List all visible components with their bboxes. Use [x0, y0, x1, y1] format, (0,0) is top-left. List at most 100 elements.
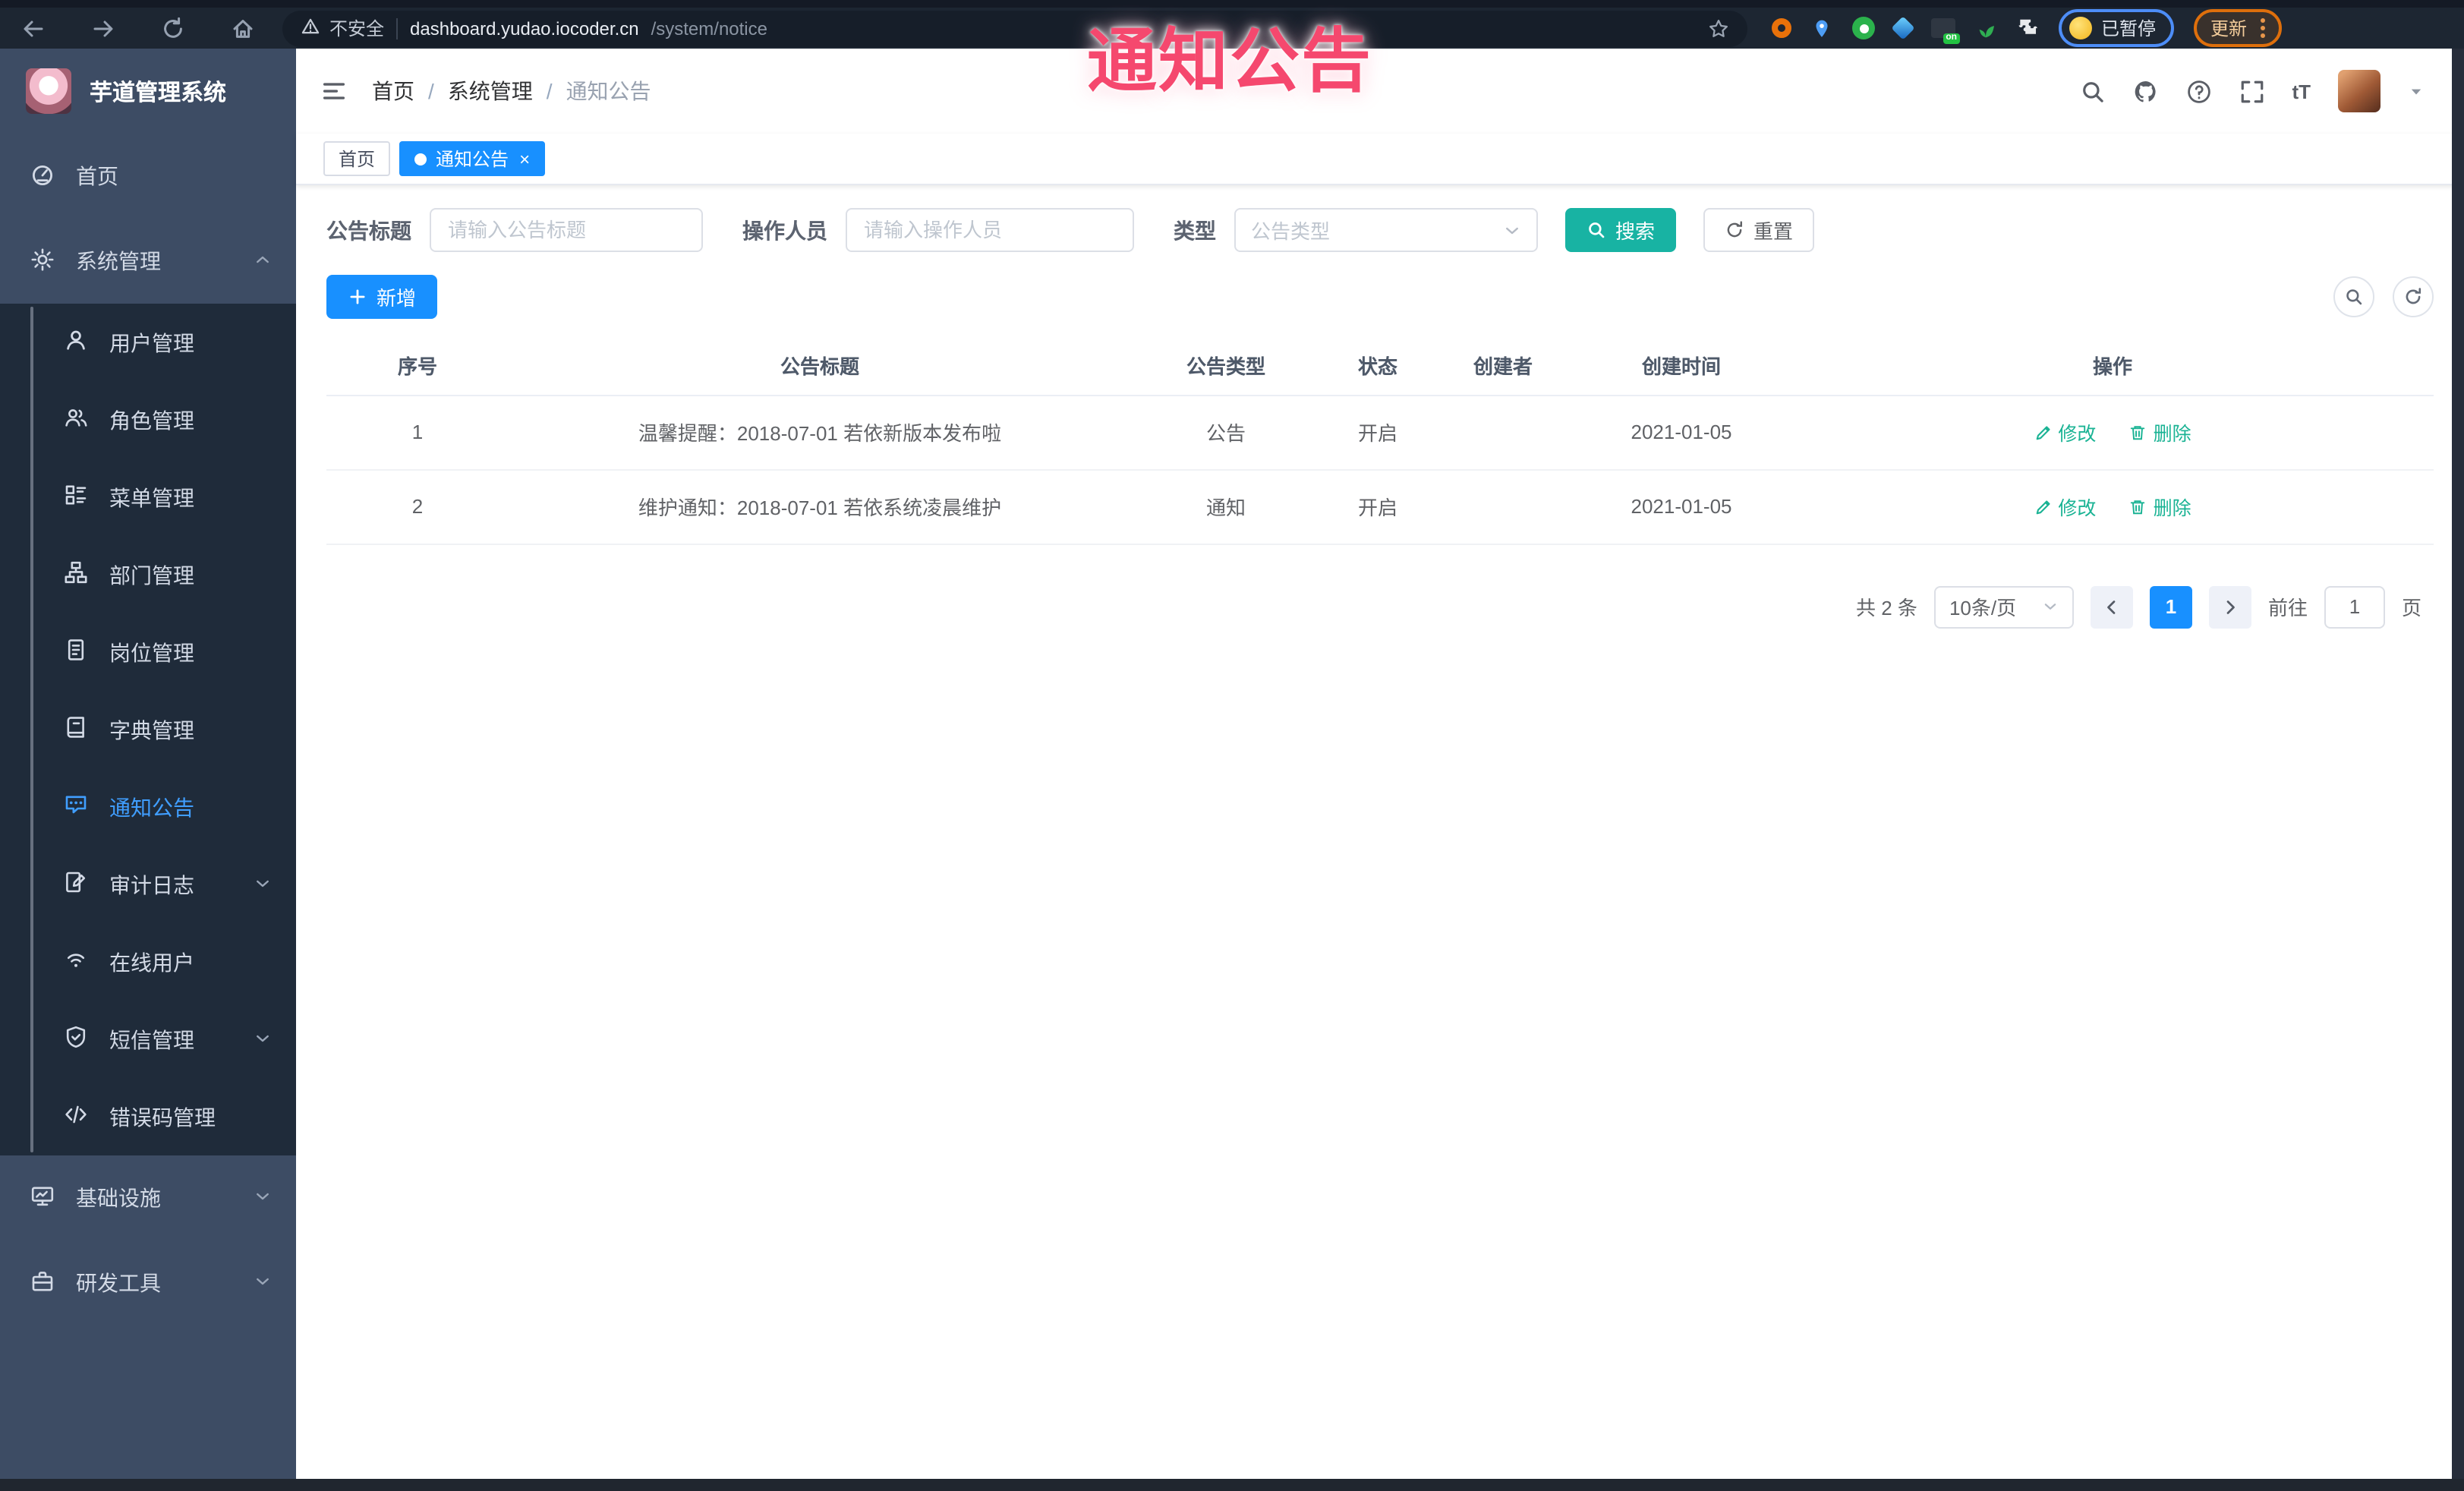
toggle-search-button[interactable] — [2333, 276, 2374, 317]
refresh-table-button[interactable] — [2393, 276, 2434, 317]
cell-creator — [1435, 469, 1571, 544]
gear-icon — [30, 247, 55, 276]
extension-proxy-icon[interactable]: on — [1931, 18, 1960, 44]
sidebar-item-sms-management[interactable]: 短信管理 — [0, 1001, 296, 1078]
sidebar-item-dev-tools[interactable]: 研发工具 — [0, 1240, 296, 1326]
cell-status: 开启 — [1321, 469, 1435, 544]
search-button[interactable]: 搜索 — [1565, 208, 1677, 252]
pagination-total: 共 2 条 — [1856, 597, 1917, 619]
system-management-submenu: 用户管理 角色管理 菜单管理 部门管理 岗位管理 字典管理 通知公告 审计日志 … — [0, 304, 296, 1155]
cell-type: 通知 — [1131, 469, 1321, 544]
url-host: dashboard.yudao.iocoder.cn — [410, 17, 639, 39]
operator-filter-input[interactable] — [846, 208, 1134, 252]
chevron-down-icon — [254, 1027, 272, 1051]
sidebar-item-infrastructure[interactable]: 基础设施 — [0, 1155, 296, 1240]
dictionary-book-icon — [64, 715, 88, 744]
window-bottom-edge — [0, 1479, 2464, 1491]
app-title: 芋道管理系统 — [90, 80, 227, 106]
next-page-button[interactable] — [2208, 585, 2251, 628]
app-logo[interactable]: 芋道管理系统 — [0, 49, 296, 134]
profile-paused-chip[interactable]: 已暂停 — [2059, 9, 2175, 47]
forward-icon[interactable] — [91, 16, 115, 40]
sidebar-item-label: 基础设施 — [76, 1186, 161, 1210]
breadcrumb-home[interactable]: 首页 — [372, 76, 414, 106]
extension-blue-gem-icon[interactable] — [1891, 16, 1915, 40]
col-actions: 操作 — [1791, 337, 2434, 396]
avatar[interactable] — [2338, 70, 2381, 112]
browser-update-button[interactable]: 更新 — [2194, 9, 2283, 47]
sidebar-item-label: 研发工具 — [76, 1271, 161, 1295]
cell-creator — [1435, 395, 1571, 470]
sidebar-item-online-users[interactable]: 在线用户 — [0, 923, 296, 1001]
goto-page-input[interactable] — [2324, 585, 2385, 628]
cell-title: 维护通知：2018-07-01 若依系统凌晨维护 — [509, 469, 1131, 544]
type-filter-select[interactable]: 公告类型 — [1234, 208, 1538, 252]
sidebar-item-role-management[interactable]: 角色管理 — [0, 381, 296, 459]
delete-link[interactable]: 删除 — [2129, 418, 2191, 446]
sidebar-item-notice-announcement[interactable]: 通知公告 — [0, 768, 296, 846]
pencil-icon — [2036, 500, 2050, 514]
not-secure-warning[interactable]: 不安全 — [301, 15, 384, 41]
add-button-label: 新增 — [377, 287, 417, 310]
extension-green-circle-icon[interactable] — [1852, 17, 1875, 39]
sidebar-item-user-management[interactable]: 用户管理 — [0, 304, 296, 381]
back-icon[interactable] — [21, 16, 46, 40]
cell-created: 2021-01-05 — [1571, 469, 1791, 544]
browser-scrollbar[interactable] — [2452, 49, 2464, 1479]
page-size-select[interactable]: 10条/页 — [1933, 585, 2074, 628]
cell-type: 公告 — [1131, 395, 1321, 470]
github-icon[interactable] — [2132, 78, 2158, 104]
user-icon — [64, 328, 88, 357]
breadcrumb-separator: / — [546, 79, 553, 103]
extension-leaf-icon[interactable] — [1975, 17, 1996, 39]
bookmark-star-icon[interactable] — [1708, 17, 1729, 39]
breadcrumb-system[interactable]: 系统管理 — [448, 76, 533, 106]
help-question-icon[interactable] — [2185, 78, 2211, 104]
cell-created: 2021-01-05 — [1571, 395, 1791, 470]
edit-link[interactable]: 修改 — [2034, 492, 2096, 521]
update-label: 更新 — [2210, 18, 2248, 39]
sidebar-item-audit-log[interactable]: 审计日志 — [0, 846, 296, 923]
peoples-icon — [64, 405, 88, 434]
fullscreen-icon[interactable] — [2239, 78, 2264, 104]
page-number-active[interactable]: 1 — [2149, 585, 2192, 628]
sidebar: 芋道管理系统 首页 系统管理 用户管理 角色管理 菜单管理 部门管理 岗位管理 … — [0, 49, 296, 1491]
refresh-icon — [2406, 288, 2421, 304]
cell-status: 开启 — [1321, 395, 1435, 470]
sidebar-item-error-code-management[interactable]: 错误码管理 — [0, 1078, 296, 1155]
home-icon[interactable] — [231, 16, 255, 40]
sidebar-toggle-icon[interactable] — [320, 77, 348, 105]
sidebar-item-system-management[interactable]: 系统管理 — [0, 219, 296, 304]
sidebar-item-post-management[interactable]: 岗位管理 — [0, 613, 296, 691]
avatar-caret-down-icon[interactable] — [2408, 83, 2425, 99]
tag-notice-active[interactable]: 通知公告 × — [399, 141, 546, 176]
page-watermark: 通知公告 — [1087, 21, 1372, 100]
extension-location-pin-icon[interactable] — [1811, 17, 1832, 39]
chevron-down-icon — [2044, 604, 2056, 610]
tag-home[interactable]: 首页 — [323, 141, 391, 176]
sidebar-item-department-management[interactable]: 部门管理 — [0, 536, 296, 613]
col-status: 状态 — [1321, 337, 1435, 396]
sidebar-item-dict-management[interactable]: 字典管理 — [0, 691, 296, 768]
title-filter-input[interactable] — [430, 208, 703, 252]
header-search-icon[interactable] — [2079, 78, 2105, 104]
delete-link[interactable]: 删除 — [2129, 492, 2191, 521]
browser-menu-kebab-icon[interactable] — [2261, 18, 2266, 38]
add-button[interactable]: 新增 — [326, 275, 438, 319]
reload-icon[interactable] — [161, 16, 185, 40]
sidebar-item-menu-management[interactable]: 菜单管理 — [0, 459, 296, 536]
reset-button[interactable]: 重置 — [1703, 208, 1815, 252]
search-icon — [1589, 222, 1605, 238]
trash-icon — [2131, 425, 2145, 440]
font-size-icon[interactable]: tT — [2292, 80, 2311, 102]
tag-close-icon[interactable]: × — [519, 150, 530, 168]
type-filter-label: 类型 — [1174, 218, 1216, 242]
sidebar-item-home[interactable]: 首页 — [0, 134, 296, 219]
url-bar[interactable]: 不安全 dashboard.yudao.iocoder.cn/system/no… — [282, 10, 1747, 46]
extensions-puzzle-icon[interactable] — [2016, 17, 2039, 39]
prev-page-button[interactable] — [2090, 585, 2133, 628]
chevron-down-icon — [1506, 226, 1518, 234]
sidebar-item-label: 短信管理 — [109, 1027, 194, 1051]
extension-orange-ring-icon[interactable] — [1772, 18, 1791, 38]
edit-link[interactable]: 修改 — [2034, 418, 2096, 446]
